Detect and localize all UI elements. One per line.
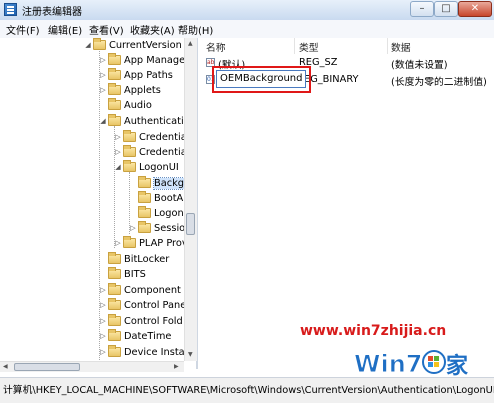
- menu-help[interactable]: 帮助(H): [178, 22, 213, 37]
- watermark-url: www.win7zhijia.cn: [300, 323, 447, 339]
- tree-node[interactable]: ▷ DateTime: [99, 329, 171, 344]
- folder-icon: [108, 83, 121, 95]
- menu-view[interactable]: 查看(V): [89, 22, 124, 37]
- status-bar: 计算机\HKEY_LOCAL_MACHINE\SOFTWARE\Microsof…: [0, 377, 494, 403]
- tree-node[interactable]: ▷ Credential: [114, 145, 189, 160]
- folder-icon: [108, 345, 121, 357]
- tree-horizontal-scrollbar[interactable]: ◀ ▶: [0, 361, 184, 372]
- expand-arrow-icon[interactable]: ▷: [99, 345, 107, 360]
- tree-node[interactable]: ▷ Control Panel: [99, 298, 189, 313]
- column-header-data[interactable]: 数据: [391, 40, 411, 54]
- tree-node[interactable]: BootAr: [129, 191, 187, 206]
- folder-icon: [108, 314, 121, 326]
- menu-edit[interactable]: 编辑(E): [48, 22, 82, 37]
- tree-node[interactable]: LogonI: [129, 206, 187, 221]
- window-title: 注册表编辑器: [22, 7, 82, 18]
- column-header-name[interactable]: 名称: [206, 40, 226, 54]
- tree-node[interactable]: ▷ App Paths: [99, 68, 173, 83]
- expand-arrow-icon[interactable]: ▷: [114, 236, 122, 251]
- folder-icon: [108, 283, 121, 295]
- tree-node-authentication[interactable]: ◢ Authenticatio: [99, 114, 190, 129]
- expand-arrow-icon[interactable]: ▷: [129, 221, 137, 236]
- column-header-type[interactable]: 类型: [299, 40, 319, 54]
- folder-icon: [108, 53, 121, 65]
- folder-icon: [108, 267, 121, 279]
- expand-arrow-icon[interactable]: ▷: [99, 329, 107, 344]
- logo-text: Win7: [354, 350, 422, 378]
- tree-node[interactable]: BitLocker: [99, 252, 169, 267]
- folder-icon: [108, 98, 121, 110]
- maximize-button[interactable]: □: [434, 1, 458, 17]
- status-path: 计算机\HKEY_LOCAL_MACHINE\SOFTWARE\Microsof…: [3, 385, 494, 396]
- tree-node[interactable]: ▷ Applets: [99, 83, 161, 98]
- expand-arrow-icon[interactable]: ▷: [99, 83, 107, 98]
- tree-node-currentversion[interactable]: ◢ CurrentVersion: [84, 38, 182, 53]
- tree-vertical-scrollbar[interactable]: ▲ ▼: [184, 38, 197, 361]
- tree-node[interactable]: BITS: [99, 267, 146, 282]
- value-data: (长度为零的二进制值): [391, 77, 487, 88]
- tree-node[interactable]: ▷ App Manage: [99, 53, 185, 68]
- menu-file[interactable]: 文件(F): [6, 22, 40, 37]
- menu-bar: 文件(F) 编辑(E) 查看(V) 收藏夹(A) 帮助(H): [0, 20, 494, 39]
- folder-icon: [108, 329, 121, 341]
- collapse-arrow-icon[interactable]: ◢: [84, 38, 92, 53]
- folder-icon: [123, 130, 136, 142]
- tree-node[interactable]: ▷ Control Fold: [99, 314, 183, 329]
- expand-arrow-icon[interactable]: ▷: [99, 314, 107, 329]
- scroll-down-icon[interactable]: ▼: [188, 351, 193, 358]
- folder-icon: [138, 221, 151, 233]
- tree-node[interactable]: ▷ PLAP Prov: [114, 236, 188, 251]
- folder-icon: [108, 298, 121, 310]
- folder-icon: [123, 145, 136, 157]
- minimize-button[interactable]: –: [410, 1, 434, 17]
- collapse-arrow-icon[interactable]: ◢: [114, 160, 122, 175]
- key-tree-pane[interactable]: ◢ CurrentVersion ▷ App Manage ▷ App Paths ▷…: [0, 38, 198, 369]
- value-data: (数值未设置): [391, 60, 448, 71]
- scroll-left-icon[interactable]: ◀: [3, 363, 8, 370]
- expand-arrow-icon[interactable]: ▷: [114, 145, 122, 160]
- expand-arrow-icon[interactable]: ▷: [99, 298, 107, 313]
- tree-node[interactable]: ▷ Component E: [99, 283, 190, 298]
- logo-suffix: 家: [446, 353, 469, 379]
- folder-icon: [138, 191, 151, 203]
- scroll-up-icon[interactable]: ▲: [188, 40, 193, 47]
- regedit-icon: [4, 3, 17, 16]
- expand-arrow-icon[interactable]: ▷: [114, 130, 122, 145]
- folder-icon: [108, 252, 121, 264]
- expand-arrow-icon[interactable]: ▷: [99, 53, 107, 68]
- tree-node-logonui[interactable]: ◢ LogonUI: [114, 160, 179, 175]
- scroll-thumb[interactable]: [186, 213, 195, 235]
- folder-open-icon: [138, 176, 151, 188]
- close-button[interactable]: ✕: [458, 1, 492, 17]
- value-type: EG_BINARY: [304, 74, 359, 85]
- highlight-annotation: [212, 66, 311, 93]
- title-bar[interactable]: 注册表编辑器 – □ ✕: [0, 0, 494, 21]
- scroll-thumb[interactable]: [14, 363, 80, 371]
- folder-open-icon: [93, 38, 106, 50]
- tree-node[interactable]: Audio: [99, 98, 152, 113]
- folder-icon: [123, 236, 136, 248]
- folder-open-icon: [123, 160, 136, 172]
- tree-node[interactable]: ▷ Credential: [114, 130, 189, 145]
- scroll-right-icon[interactable]: ▶: [174, 363, 179, 370]
- folder-icon: [108, 68, 121, 80]
- folder-open-icon: [108, 114, 121, 126]
- tree-node[interactable]: ▷ Session: [129, 221, 191, 236]
- collapse-arrow-icon[interactable]: ◢: [99, 114, 107, 129]
- registry-editor-window: 注册表编辑器 – □ ✕ 文件(F) 编辑(E) 查看(V) 收藏夹(A) 帮助…: [0, 0, 494, 403]
- folder-icon: [138, 206, 151, 218]
- tree-node[interactable]: ▷ Device Install: [99, 345, 190, 360]
- expand-arrow-icon[interactable]: ▷: [99, 68, 107, 83]
- expand-arrow-icon[interactable]: ▷: [99, 283, 107, 298]
- menu-favorites[interactable]: 收藏夹(A): [130, 22, 175, 37]
- tree-node-background-selected[interactable]: Backgr: [129, 176, 190, 191]
